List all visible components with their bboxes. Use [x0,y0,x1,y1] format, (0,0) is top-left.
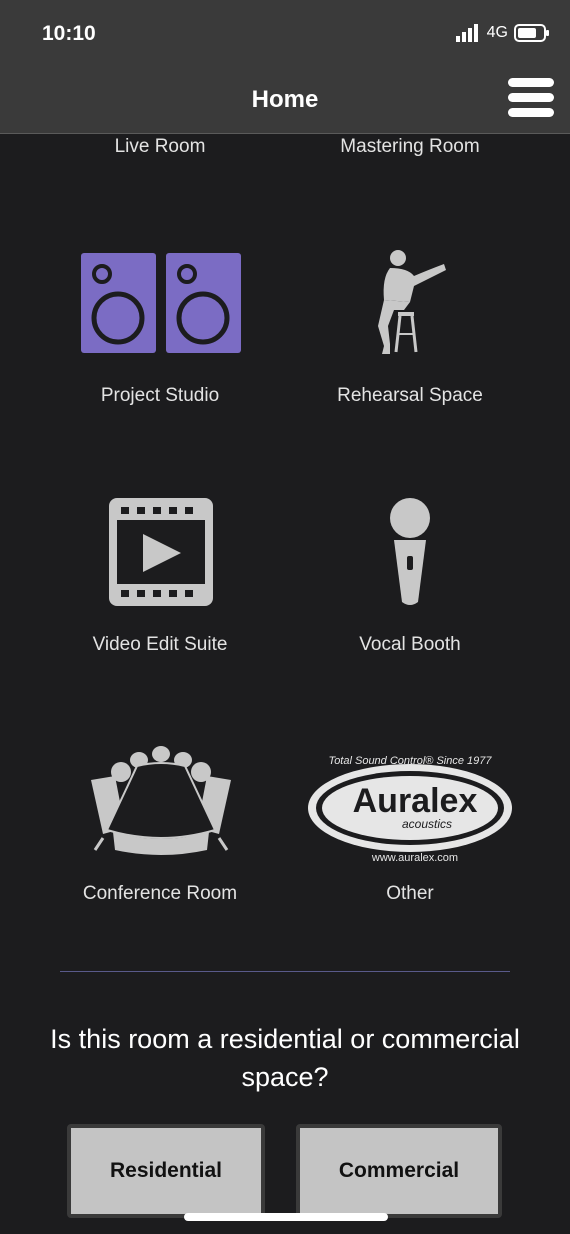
mastering-room-label[interactable]: Mastering Room [285,136,535,158]
vocal-booth-label[interactable]: Vocal Booth [285,634,535,656]
video-edit-suite-label[interactable]: Video Edit Suite [35,634,285,656]
logo-brand: Auralex [353,782,478,820]
hamburger-menu-icon[interactable] [508,78,556,122]
conference-room-tile[interactable] [35,740,285,970]
film-play-icon [109,498,213,606]
auralex-logo: Total Sound Control® Since 1977 Auralex … [308,755,512,862]
rehearsal-space-tile[interactable] [285,240,535,470]
space-type-question: Is this room a residential or commercial… [50,1024,520,1092]
section-divider [60,971,510,972]
logo-top-text: Total Sound Control® Since 1977 [328,755,492,767]
other-tile[interactable]: Total Sound Control® Since 1977 Auralex … [285,740,535,970]
status-time: 10:10 [42,22,96,45]
home-indicator[interactable] [184,1213,388,1221]
residential-button[interactable]: Residential [67,1124,265,1218]
page-title: Home [251,86,319,113]
logo-sub: acoustics [402,817,452,831]
microphone-icon [390,498,430,605]
status-indicators: 4G [455,24,550,42]
vocal-booth-tile[interactable] [285,490,535,720]
live-room-label[interactable]: Live Room [35,136,285,158]
other-label[interactable]: Other [285,883,535,905]
speakers-icon [81,253,241,353]
logo-url: www.auralex.com [371,852,458,862]
status-bar: 10:10 4G [0,0,570,70]
battery-icon [514,24,549,42]
video-edit-suite-tile[interactable] [35,490,285,720]
navigation-bar: Home [0,70,570,134]
conference-room-label[interactable]: Conference Room [35,883,285,905]
signal-icon [455,24,478,42]
conference-table-icon [91,746,231,855]
network-type: 4G [486,24,508,41]
project-studio-label[interactable]: Project Studio [35,385,285,407]
commercial-button[interactable]: Commercial [296,1124,502,1218]
rehearsal-space-label[interactable]: Rehearsal Space [285,385,535,407]
guitarist-icon [378,250,446,354]
project-studio-tile[interactable] [35,240,285,470]
